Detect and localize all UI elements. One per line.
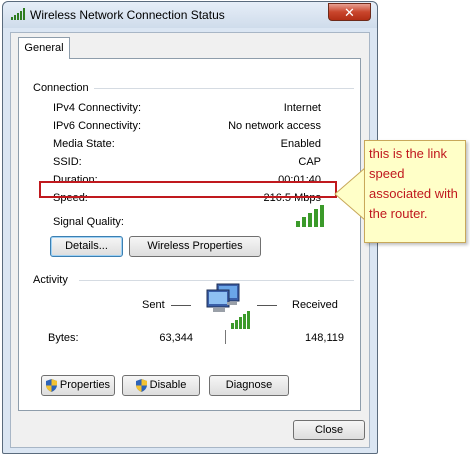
close-icon: ✕: [344, 5, 355, 20]
connection-divider: [94, 88, 354, 89]
ipv4-value: Internet: [283, 102, 321, 114]
activity-heading: Activity: [33, 274, 68, 286]
ipv6-label: IPv6 Connectivity:: [53, 120, 142, 132]
media-state-label: Media State:: [53, 138, 115, 150]
dialog-client-area: General Connection IPv4 Connectivity: In…: [10, 32, 370, 448]
speed-annotation-callout: this is the link speed associated with t…: [364, 140, 466, 243]
ssid-value: CAP: [298, 156, 321, 168]
wireless-properties-button[interactable]: Wireless Properties: [129, 236, 261, 257]
status-window: Wireless Network Connection Status ✕ Gen…: [2, 1, 378, 454]
diagnose-button[interactable]: Diagnose: [209, 375, 289, 396]
sent-line: [171, 305, 191, 306]
wireless-signal-icon: [11, 8, 25, 20]
disable-button-label: Disable: [149, 379, 187, 391]
properties-button[interactable]: Properties: [41, 375, 115, 396]
general-panel: Connection IPv4 Connectivity: Internet I…: [18, 58, 361, 411]
speed-highlight-box: [39, 181, 337, 198]
media-state-value: Enabled: [280, 138, 321, 150]
properties-button-label: Properties: [59, 379, 111, 391]
title-bar[interactable]: Wireless Network Connection Status ✕: [3, 2, 377, 28]
signal-quality-label: Signal Quality:: [53, 216, 124, 228]
title-close-button[interactable]: ✕: [328, 3, 371, 21]
ssid-label: SSID:: [53, 156, 82, 168]
bytes-label: Bytes:: [48, 332, 79, 344]
details-button[interactable]: Details...: [50, 236, 123, 257]
received-line: [257, 305, 277, 306]
callout-arrow-icon: [334, 166, 367, 222]
tab-general[interactable]: General: [18, 37, 70, 59]
window-title: Wireless Network Connection Status: [30, 8, 225, 22]
network-computers-icon: [206, 283, 250, 329]
connection-heading: Connection: [33, 82, 89, 94]
uac-shield-icon: [45, 378, 57, 392]
disable-button[interactable]: Disable: [122, 375, 200, 396]
uac-shield-icon: [135, 378, 147, 392]
close-button[interactable]: Close: [293, 420, 365, 440]
bytes-sent-value: 63,344: [159, 332, 193, 344]
received-label: Received: [292, 299, 338, 311]
bytes-divider: [225, 330, 226, 344]
activity-divider: [79, 280, 354, 281]
bytes-received-value: 148,119: [305, 332, 344, 344]
sent-label: Sent: [142, 299, 165, 311]
ipv6-value: No network access: [228, 120, 321, 132]
ipv4-label: IPv4 Connectivity:: [53, 102, 142, 114]
signal-quality-icon: [296, 205, 324, 227]
